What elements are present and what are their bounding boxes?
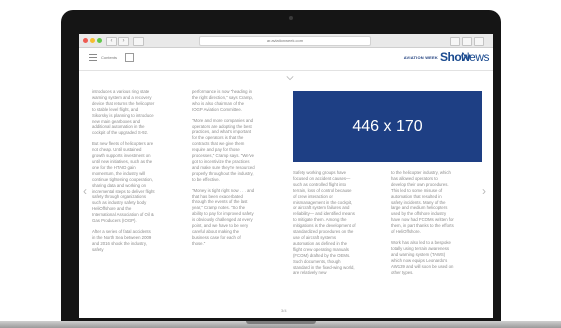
- share-icon[interactable]: [462, 37, 472, 46]
- window-close-button[interactable]: [83, 38, 88, 43]
- webcam-icon: [289, 16, 293, 20]
- next-page-arrow[interactable]: ›: [482, 184, 486, 198]
- reload-icon[interactable]: [450, 37, 460, 46]
- hamburger-icon[interactable]: [89, 54, 97, 61]
- paragraph: to the helicopter industry, which has al…: [391, 170, 454, 235]
- brand-news: News: [460, 50, 490, 64]
- previous-page-arrow[interactable]: ‹: [83, 184, 87, 198]
- browser-chrome: ‹ › ar.aviationweek.com: [79, 34, 493, 48]
- paragraph: After a series of fatal accidents in the…: [92, 228, 152, 252]
- paragraph: introduces a various ring state warning …: [92, 89, 155, 136]
- advertisement-placeholder[interactable]: 446 x 170: [293, 91, 482, 162]
- reader-toolbar: Contents AVIATION WEEK Show News: [79, 48, 493, 71]
- paragraph: Safety working groups have focused on ac…: [293, 170, 356, 276]
- window-maximize-button[interactable]: [97, 38, 102, 43]
- brand-aviation-week: AVIATION WEEK: [403, 55, 438, 60]
- article-column-4: to the helicopter industry, which has al…: [391, 170, 454, 280]
- chevron-down-icon[interactable]: [286, 74, 294, 82]
- paragraph: But new fleets of helicopters are not ch…: [92, 141, 155, 224]
- new-tab-icon[interactable]: [474, 37, 484, 46]
- paragraph: "Money is tight right now . . . and that…: [192, 187, 255, 246]
- article-column-3: Safety working groups have focused on ac…: [293, 170, 356, 281]
- laptop-screen: ‹ › ar.aviationweek.com Contents AVIATIO…: [79, 34, 493, 318]
- paragraph: "More and more companies and operators a…: [192, 117, 255, 182]
- laptop-base-notch: [246, 321, 316, 324]
- browser-back-button[interactable]: ‹: [106, 37, 117, 46]
- page-number: 3/4: [281, 308, 287, 313]
- fullscreen-icon[interactable]: [125, 53, 134, 62]
- browser-forward-button[interactable]: ›: [118, 37, 129, 46]
- paragraph: Work has also led to a bespoke totally u…: [391, 239, 454, 275]
- window-minimize-button[interactable]: [90, 38, 95, 43]
- paragraph: performance is now "heading in the right…: [192, 89, 253, 112]
- article-column-2: performance is now "heading in the right…: [192, 89, 255, 252]
- article-column-1: introduces a various ring state warning …: [92, 89, 155, 258]
- address-bar[interactable]: ar.aviationweek.com: [199, 36, 371, 46]
- contents-label[interactable]: Contents: [101, 55, 117, 60]
- sidebar-toggle-icon[interactable]: [133, 37, 144, 46]
